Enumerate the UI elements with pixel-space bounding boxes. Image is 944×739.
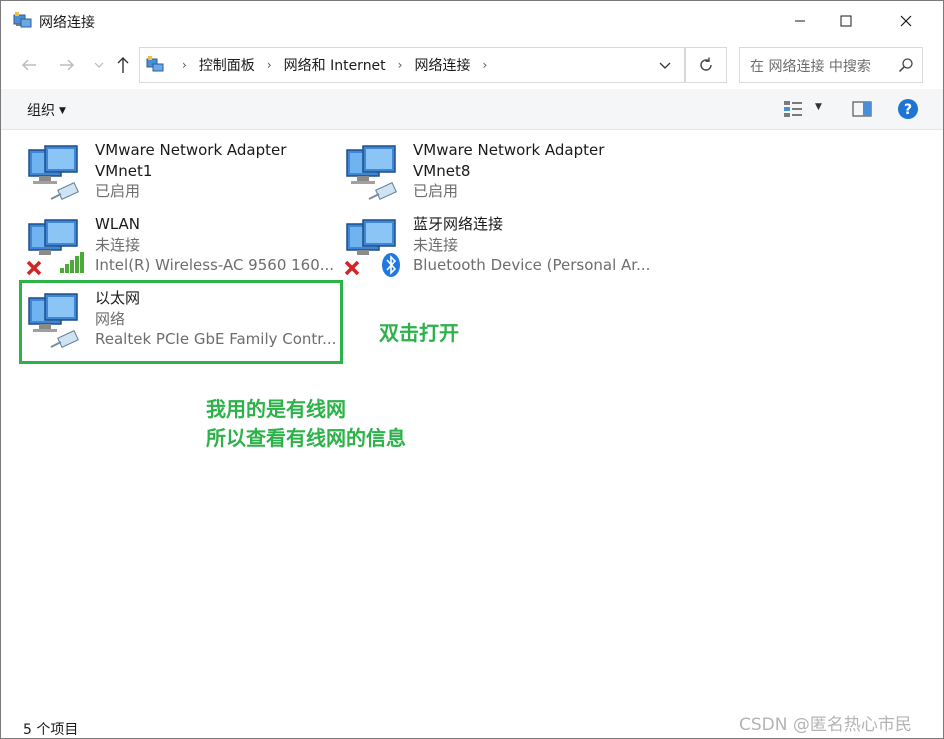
search-placeholder: 在 网络连接 中搜索 [750,59,871,75]
help-icon[interactable]: ? [897,98,919,120]
refresh-button[interactable] [685,47,727,83]
back-button[interactable] [17,53,41,77]
arrow-right-icon [60,59,74,71]
list-item[interactable]: 蓝牙网络连接 未连接 Bluetooth Device (Personal Ar… [341,214,651,284]
refresh-icon [700,57,712,71]
caret-down-icon: ▼ [59,106,66,116]
close-button[interactable] [883,1,929,41]
organize-menu[interactable]: 组织 ▼ [27,100,66,120]
recent-locations-button[interactable] [87,53,111,77]
chevron-right-icon[interactable]: › [398,58,403,72]
breadcrumb-control-panel[interactable]: 控制面板 [199,55,255,75]
list-item[interactable]: WLAN 未连接 Intel(R) Wireless-AC 9560 160..… [23,214,335,284]
bluetooth-icon [382,253,400,277]
close-icon [900,15,912,27]
forward-button[interactable] [55,53,79,77]
annotation-note-line1: 我用的是有线网 [206,397,346,421]
connection-name: WLAN [95,215,141,233]
search-input[interactable]: 在 网络连接 中搜索 [739,47,923,83]
list-item[interactable]: VMware Network Adapter VMnet1 已启用 [23,140,333,210]
connection-name: VMware Network Adapter [413,141,605,159]
connection-name: VMware Network Adapter [95,141,287,159]
breadcrumb: › 控制面板 › 网络和 Internet › 网络连接 › [170,48,499,82]
breadcrumb-network-internet[interactable]: 网络和 Internet [284,55,386,75]
status-bar: 5 个项目 CSDN @匿名热心市民 [1,710,943,738]
navigation-row: › 控制面板 › 网络和 Internet › 网络连接 › 在 网络连接 中搜… [1,41,943,89]
watermark: CSDN @匿名热心市民 [739,715,912,735]
command-bar: 组织 ▼ ▼ ? [1,89,943,130]
bluetooth-adapter-icon [344,219,400,277]
chevron-down-icon[interactable] [658,58,672,72]
chevron-down-icon [94,62,104,68]
connection-device: Bluetooth Device (Personal Ar... [413,256,651,274]
arrow-up-icon [117,57,129,73]
chevron-right-icon[interactable]: › [182,58,187,72]
minimize-button[interactable] [777,1,823,41]
connection-text: VMware Network Adapter VMnet1 已启用 [95,140,335,202]
window-title: 网络连接 [39,15,95,31]
preview-pane-icon[interactable] [851,99,873,119]
connection-status: 未连接 [95,235,141,254]
caret-down-icon[interactable]: ▼ [815,102,822,112]
connection-text: 蓝牙网络连接 未连接 Bluetooth Device (Personal Ar… [413,214,653,276]
cable-icon [50,182,79,200]
address-bar[interactable]: › 控制面板 › 网络和 Internet › 网络连接 › [139,47,685,83]
red-x-icon [26,260,42,276]
connection-status: 已启用 [95,182,141,200]
cable-icon [368,182,397,200]
chevron-right-icon[interactable]: › [267,58,272,72]
wireless-adapter-icon [26,219,84,276]
connection-status: 已启用 [413,182,459,200]
red-x-icon [344,260,360,276]
signal-bars-icon [60,252,84,273]
up-button[interactable] [111,53,135,77]
connection-name-line2: VMnet8 [413,161,471,180]
connection-device: Intel(R) Wireless-AC 9560 160... [95,256,335,274]
highlight-box [19,280,343,364]
connections-list: VMware Network Adapter VMnet1 已启用 VMware… [1,130,943,710]
arrow-left-icon [22,59,36,71]
item-count: 5 个项目 [23,722,79,738]
connection-status: 未连接 [413,235,459,254]
connection-name-line2: VMnet1 [95,161,153,180]
control-panel-icon [146,56,164,72]
ethernet-adapter-icon [28,145,79,200]
breadcrumb-network-connections[interactable]: 网络连接 [414,55,470,75]
list-item[interactable]: VMware Network Adapter VMnet8 已启用 [341,140,651,210]
svg-text:?: ? [904,102,912,118]
annotation-note-line2: 所以查看有线网的信息 [206,426,406,450]
title-bar: 网络连接 [1,1,943,41]
minimize-icon [795,20,805,22]
connection-text: VMware Network Adapter VMnet8 已启用 [413,140,653,202]
network-folder-icon [13,12,32,28]
connection-name: 蓝牙网络连接 [413,215,504,233]
chevron-right-icon[interactable]: › [482,58,487,72]
view-options-icon[interactable] [783,99,803,119]
annotation-double-click: 双击打开 [379,321,459,345]
connection-text: WLAN 未连接 Intel(R) Wireless-AC 9560 160..… [95,214,335,276]
search-icon [898,58,913,73]
network-connections-window: 网络连接 › 控制面板 › 网络和 Internet › 网络连接 › 在 网络… [0,0,944,739]
maximize-icon [840,15,852,27]
ethernet-adapter-icon [346,145,397,200]
maximize-button[interactable] [823,1,869,41]
organize-label: 组织 [27,103,55,119]
